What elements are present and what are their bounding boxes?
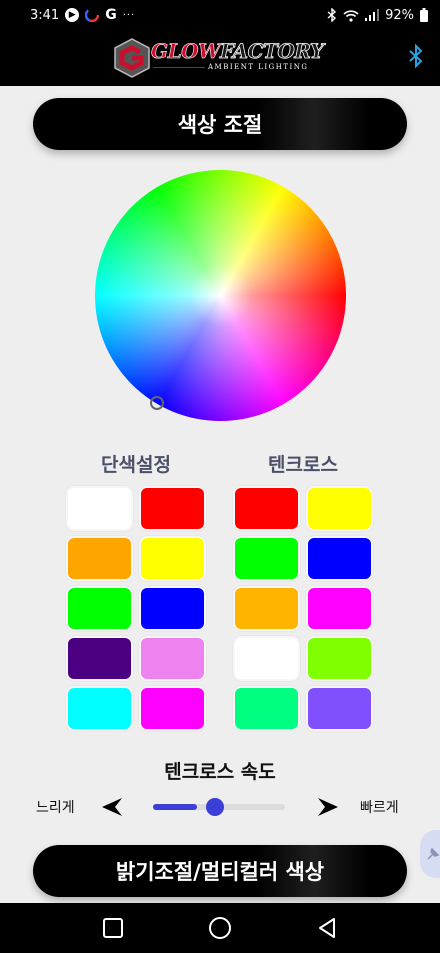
recents-button[interactable] <box>101 916 125 940</box>
battery-icon <box>420 8 428 22</box>
home-icon <box>208 917 231 939</box>
pin-icon <box>427 847 440 860</box>
solid-swatch[interactable] <box>66 686 133 731</box>
solid-color-grid <box>66 486 206 731</box>
techno-title: 텐크로스 <box>268 454 338 476</box>
color-control-header: 색상 조절 <box>33 98 407 150</box>
bluetooth-icon[interactable] <box>408 44 424 68</box>
system-navigation-bar <box>0 903 440 953</box>
techno-swatch[interactable] <box>233 686 300 731</box>
logo-wordmark: GLOWFACTORY <box>151 39 325 64</box>
techno-swatch[interactable] <box>233 586 300 631</box>
slow-label: 느리게 <box>36 800 75 816</box>
solid-swatch[interactable] <box>139 486 206 531</box>
techno-swatch[interactable] <box>306 636 373 681</box>
solid-swatch[interactable] <box>66 536 133 581</box>
techno-swatch[interactable] <box>233 536 300 581</box>
play-icon: ▶ <box>65 8 80 22</box>
logo-divider <box>153 67 205 68</box>
color-control-title: 색상 조절 <box>177 113 263 137</box>
color-wheel-saturation <box>95 170 346 421</box>
battery-percent: 92% <box>385 7 414 23</box>
arrow-right-icon[interactable] <box>316 796 340 818</box>
logo-glow-text: GLOW <box>151 39 221 64</box>
techno-swatch[interactable] <box>306 686 373 731</box>
solid-swatch[interactable] <box>66 636 133 681</box>
arrow-left-icon[interactable] <box>100 796 124 818</box>
speed-slider-fill <box>153 804 197 810</box>
techno-swatch[interactable] <box>233 486 300 531</box>
solid-swatch[interactable] <box>139 636 206 681</box>
logo-factory-text: FACTORY <box>220 39 325 64</box>
techno-swatch[interactable] <box>306 486 373 531</box>
status-time: 3:41 <box>30 7 60 23</box>
solid-swatch[interactable] <box>66 586 133 631</box>
solid-swatch[interactable] <box>139 686 206 731</box>
more-notifications-icon: ··· <box>122 9 136 21</box>
solid-swatch[interactable] <box>66 486 133 531</box>
solid-color-title: 단색설정 <box>101 454 171 476</box>
brightness-multicolor-header[interactable]: 밝기조절/멀티컬러 색상 <box>33 845 407 897</box>
brightness-multicolor-title: 밝기조절/멀티컬러 색상 <box>115 860 325 884</box>
status-bar: 3:41 ▶ G ··· 92% <box>0 0 440 30</box>
speed-slider-thumb[interactable] <box>206 798 224 816</box>
logo-mark-icon <box>114 38 150 78</box>
techno-color-grid <box>233 486 373 731</box>
app-header: GLOWFACTORY AMBIENT LIGHTING <box>0 30 440 86</box>
fast-label: 빠르게 <box>360 800 399 816</box>
home-button[interactable] <box>208 916 232 940</box>
signal-icon <box>365 9 380 21</box>
logo-tagline: AMBIENT LIGHTING <box>208 63 309 71</box>
back-button[interactable] <box>315 916 339 940</box>
app-icon <box>85 8 100 22</box>
techno-speed-title: 텐크로스 속도 <box>164 761 276 783</box>
color-wheel[interactable] <box>95 170 346 421</box>
side-panel-tab[interactable] <box>420 830 440 878</box>
google-icon: G <box>105 7 117 23</box>
techno-swatch[interactable] <box>233 636 300 681</box>
techno-swatch[interactable] <box>306 536 373 581</box>
techno-swatch[interactable] <box>306 586 373 631</box>
recents-icon <box>103 918 124 938</box>
solid-swatch[interactable] <box>139 586 206 631</box>
wifi-icon <box>343 9 359 22</box>
bluetooth-status-icon <box>327 8 337 22</box>
color-wheel-handle[interactable] <box>150 396 164 410</box>
back-icon <box>318 918 335 938</box>
solid-swatch[interactable] <box>139 536 206 581</box>
glowfactory-logo: GLOWFACTORY AMBIENT LIGHTING <box>113 37 328 79</box>
